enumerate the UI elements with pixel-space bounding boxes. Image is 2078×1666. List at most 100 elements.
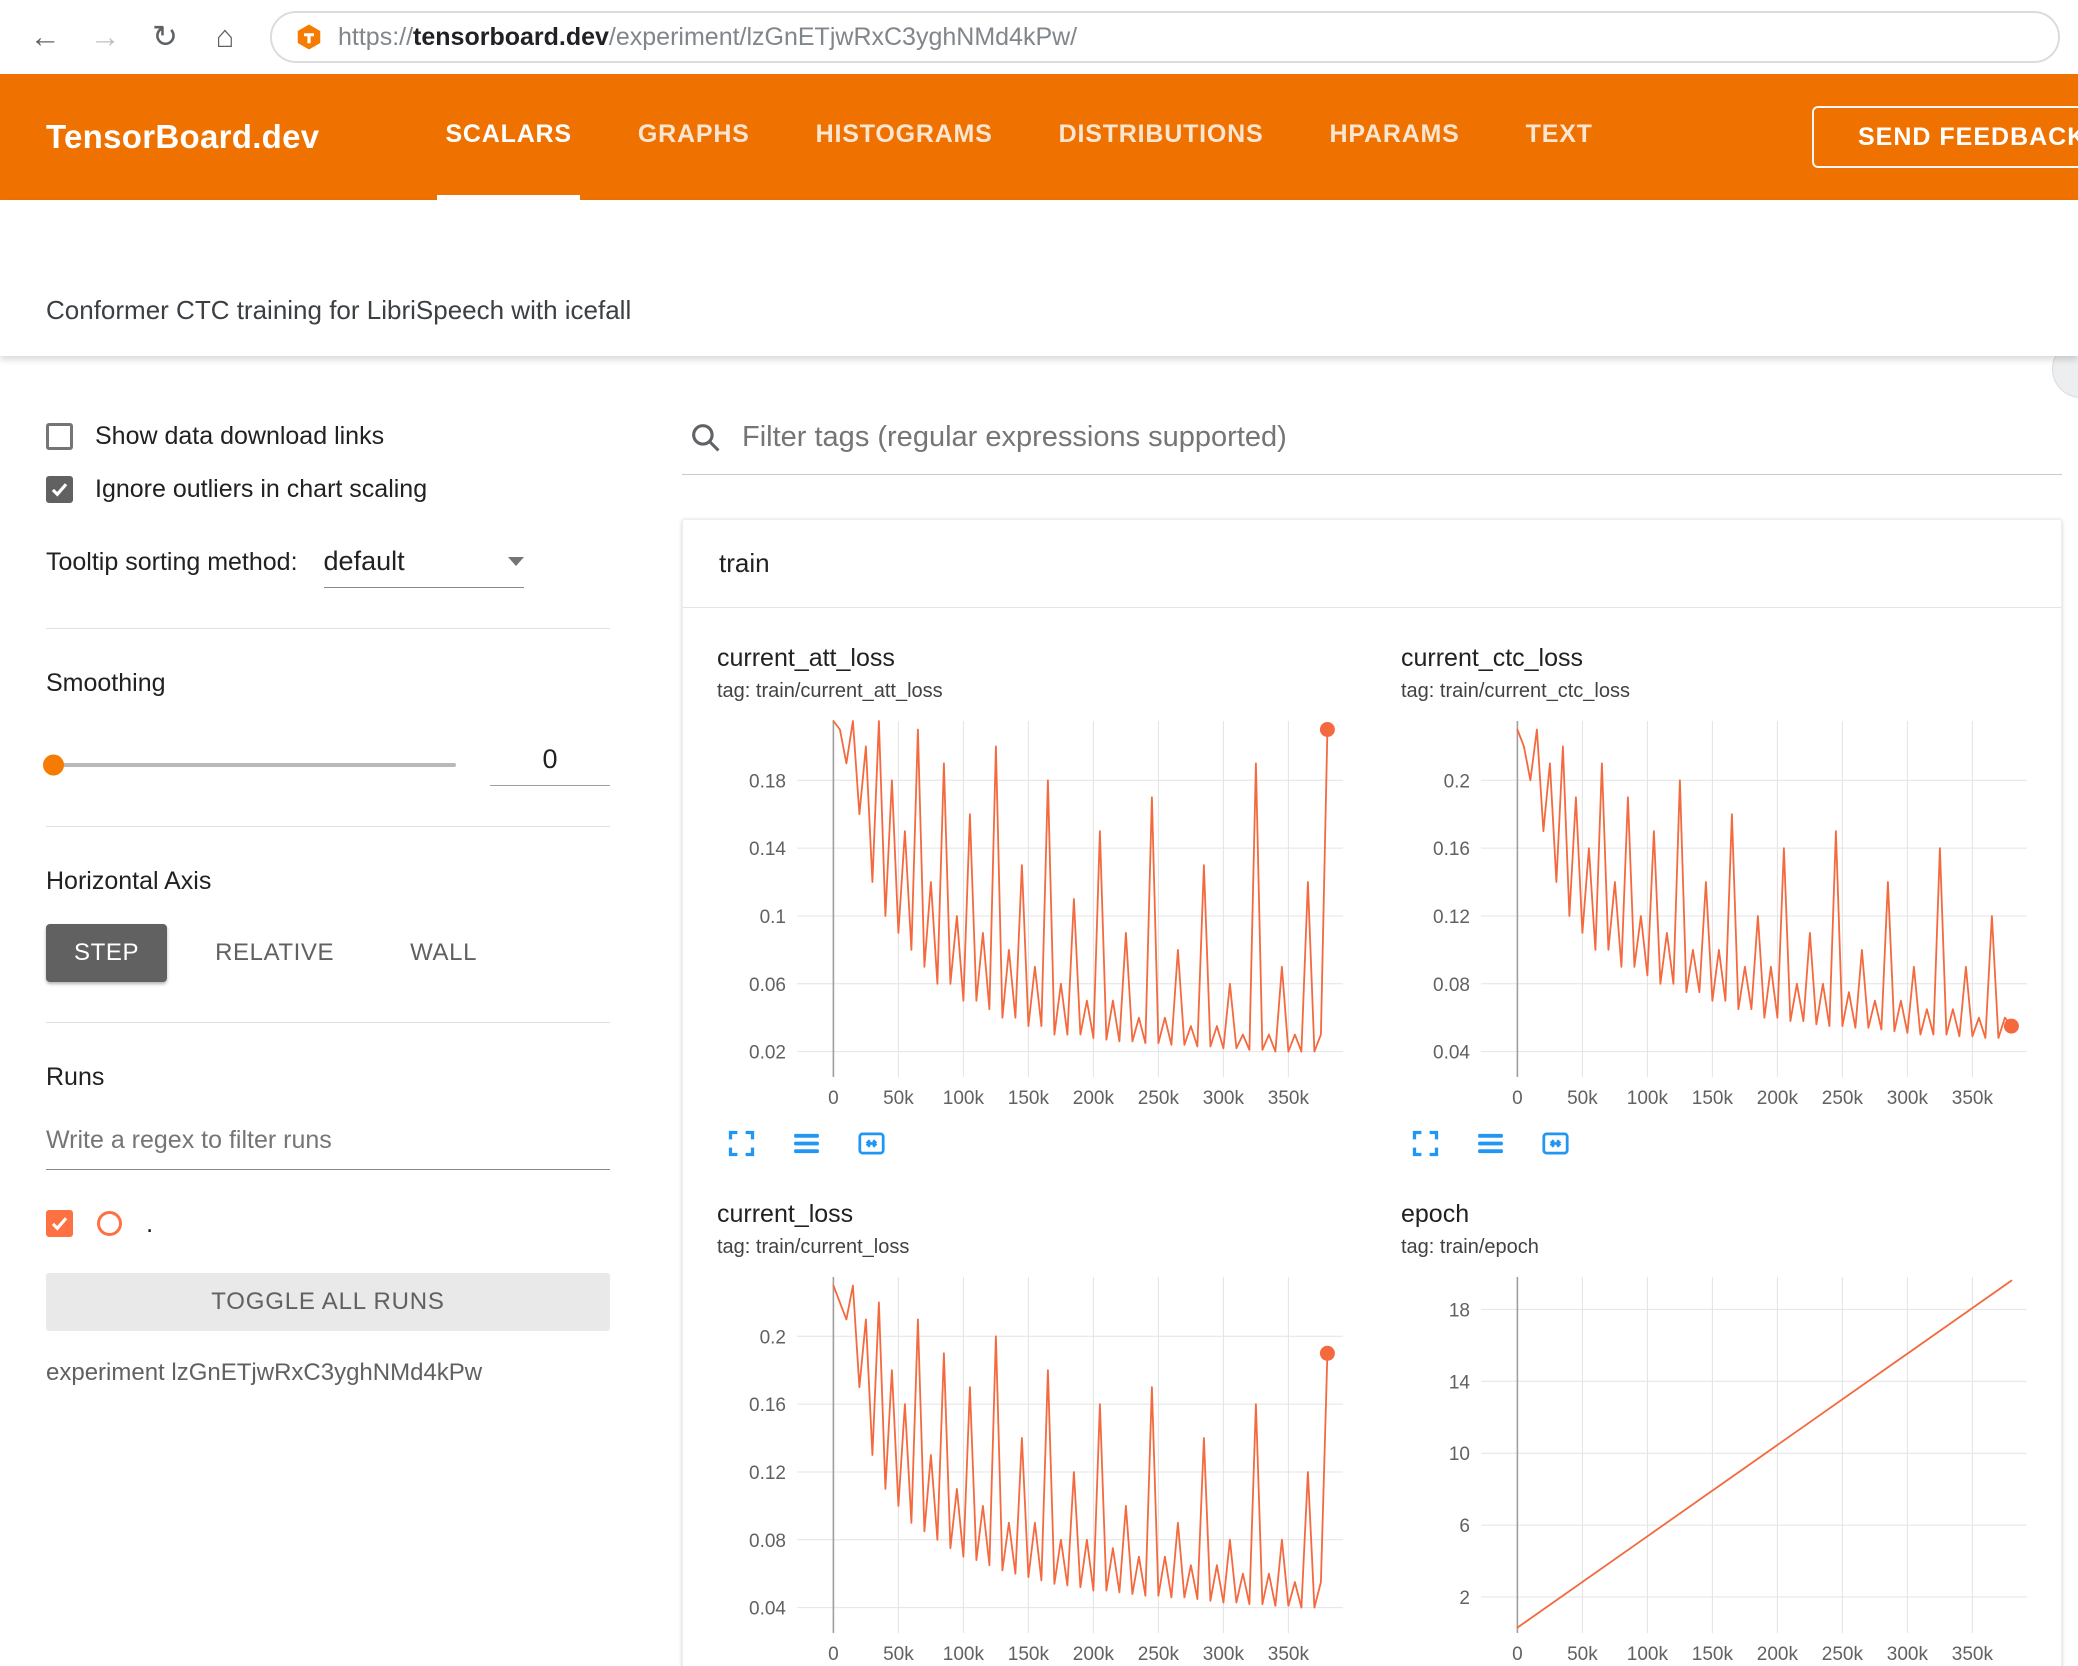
svg-text:150k: 150k [1008,1644,1050,1665]
smoothing-slider[interactable] [43,754,456,776]
tooltip-sorting-select[interactable]: default [323,546,524,588]
runs-filter-input[interactable] [46,1126,610,1170]
svg-text:14: 14 [1449,1372,1471,1393]
chart-toolbar [1401,1127,2041,1160]
check-icon [51,483,68,497]
tab-text[interactable]: TEXT [1518,74,1601,200]
chart-title: current_att_loss [717,644,895,672]
svg-text:200k: 200k [1757,1644,1799,1665]
address-bar[interactable]: https://tensorboard.dev/experiment/lzGnE… [270,11,2060,63]
tab-graphs[interactable]: GRAPHS [630,74,758,200]
svg-text:0: 0 [1512,1644,1523,1665]
run-row: . [46,1208,610,1239]
line-chart-epoch[interactable]: 2 6 10 14 18 0 50k 100k 150k 200k 250k 300k 350k [1401,1269,2041,1666]
chart-tag: tag: train/current_loss [717,1236,910,1258]
fullscreen-icon[interactable] [1409,1127,1442,1160]
svg-text:0.16: 0.16 [1433,839,1470,860]
browser-chrome: ← → ↻ ⌂ https://tensorboard.dev/experime… [0,0,2078,74]
group-title[interactable]: train [683,520,2061,608]
ignore-outliers-checkbox[interactable] [46,476,73,503]
forward-icon[interactable]: → [78,10,132,64]
svg-text:300k: 300k [1887,1644,1929,1665]
svg-text:150k: 150k [1008,1088,1050,1109]
svg-text:250k: 250k [1822,1088,1864,1109]
experiment-title: Conformer CTC training for LibriSpeech w… [46,295,632,325]
chart-title: epoch [1401,1200,1470,1228]
url-text: https://tensorboard.dev/experiment/lzGnE… [338,23,1077,52]
tab-distributions[interactable]: DISTRIBUTIONS [1051,74,1272,200]
show-download-links-checkbox[interactable] [46,423,73,450]
svg-text:0.04: 0.04 [1433,1043,1470,1064]
svg-text:150k: 150k [1692,1644,1734,1665]
svg-text:200k: 200k [1757,1088,1799,1109]
svg-text:350k: 350k [1952,1644,1994,1665]
settings-sidebar: Show data download links Ignore outliers… [0,356,660,1427]
svg-text:350k: 350k [1268,1088,1310,1109]
back-icon[interactable]: ← [18,10,72,64]
axis-step-button[interactable]: STEP [46,924,168,982]
tab-histograms[interactable]: HISTOGRAMS [808,74,1001,200]
chart-title: current_loss [717,1200,854,1228]
svg-text:250k: 250k [1138,1644,1180,1665]
svg-text:0: 0 [1512,1088,1523,1109]
svg-text:250k: 250k [1138,1088,1180,1109]
tab-hparams[interactable]: HPARAMS [1322,74,1468,200]
axis-wall-button[interactable]: WALL [382,924,505,982]
toggle-all-runs-button[interactable]: TOGGLE ALL RUNS [46,1273,610,1331]
toggle-runs-lines-icon[interactable] [790,1127,823,1160]
fit-domain-icon[interactable] [1539,1127,1572,1160]
check-icon [51,1217,68,1231]
chart-toolbar [717,1127,1357,1160]
svg-text:0.08: 0.08 [749,1531,786,1552]
chart-tag: tag: train/current_ctc_loss [1401,680,1630,702]
search-icon [692,424,720,452]
svg-text:100k: 100k [943,1644,985,1665]
tab-scalars[interactable]: SCALARS [437,74,580,200]
line-chart-current-ctc-loss[interactable]: 0.04 0.08 0.12 0.16 0.2 0 50k 100k 150k 200k 250k 3… [1401,713,2041,1113]
runs-label: Runs [46,1063,105,1091]
svg-text:0.2: 0.2 [1444,771,1470,792]
app-logo: TensorBoard.dev [46,118,320,155]
fit-domain-icon[interactable] [855,1127,888,1160]
tag-filter-bar [682,408,2062,475]
divider [46,826,610,827]
divider [46,1022,610,1023]
reload-icon[interactable]: ↻ [138,10,192,64]
chevron-down-icon [507,557,524,566]
chart-tag: tag: train/current_att_loss [717,680,943,702]
smoothing-value-input[interactable]: 0 [490,744,610,786]
line-chart-current-loss[interactable]: 0.04 0.08 0.12 0.16 0.2 0 50k 100k 150k 200k 250k 3… [717,1269,1357,1666]
svg-text:0: 0 [828,1088,839,1109]
url-scheme: https:// [338,22,414,51]
tag-filter-input[interactable] [742,420,2056,454]
svg-text:18: 18 [1449,1300,1470,1321]
svg-text:50k: 50k [883,1088,914,1109]
run-name: . [146,1208,154,1238]
tooltip-sorting-label: Tooltip sorting method: [46,548,298,576]
run-checkbox[interactable] [46,1210,73,1237]
svg-text:0.08: 0.08 [1433,975,1470,996]
smoothing-label: Smoothing [46,669,166,697]
ignore-outliers-label: Ignore outliers in chart scaling [95,475,428,503]
url-path: /experiment/lzGnETjwRxC3yghNMd4kPw/ [608,22,1078,51]
url-host: tensorboard.dev [413,22,609,51]
svg-text:0.16: 0.16 [749,1395,786,1416]
fullscreen-icon[interactable] [725,1127,758,1160]
run-color-swatch-icon [97,1211,122,1236]
experiment-caption: experiment lzGnETjwRxC3yghNMd4kPw [46,1359,483,1386]
chart-epoch: epoch tag: train/epoch 2 6 10 14 18 0 50k 100k 1… [1401,1200,2041,1666]
svg-text:2: 2 [1459,1588,1470,1609]
show-download-links-label: Show data download links [95,422,385,450]
axis-relative-button[interactable]: RELATIVE [187,924,362,982]
divider [46,628,610,629]
svg-text:0.02: 0.02 [749,1043,786,1064]
main-panel: train current_att_loss tag: train/curren… [660,340,2078,1666]
slider-thumb[interactable] [43,754,64,776]
send-feedback-button[interactable]: SEND FEEDBACK [1812,106,2078,168]
chart-current-ctc-loss: current_ctc_loss tag: train/current_ctc_… [1401,644,2041,1160]
line-chart-current-att-loss[interactable]: 0.02 0.06 0.1 0.14 0.18 0 50k 100k 150k 200k 250k 3… [717,713,1357,1113]
home-icon[interactable]: ⌂ [198,10,252,64]
svg-text:200k: 200k [1073,1644,1115,1665]
svg-text:300k: 300k [1887,1088,1929,1109]
toggle-runs-lines-icon[interactable] [1474,1127,1507,1160]
